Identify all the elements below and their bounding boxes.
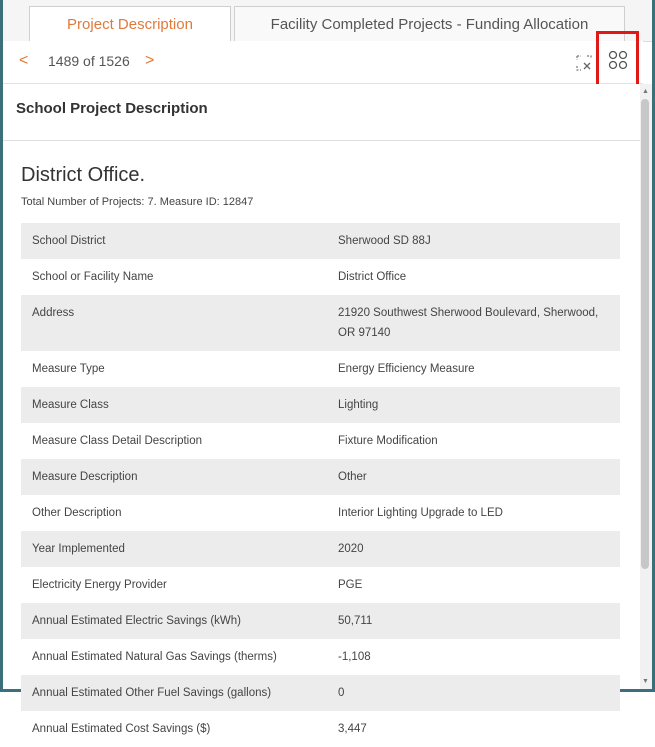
clear-selection-icon[interactable] bbox=[575, 54, 593, 72]
scroll-up-arrow[interactable]: ▲ bbox=[642, 88, 649, 95]
attribute-value: Fixture Modification bbox=[338, 435, 438, 447]
attribute-value: 21920 Southwest Sherwood Boulevard, Sher… bbox=[338, 307, 599, 339]
section-title: School Project Description bbox=[16, 100, 208, 117]
table-row: School or Facility Name District Office bbox=[21, 259, 620, 295]
attribute-value: Lighting bbox=[338, 399, 379, 411]
attribute-value: Other bbox=[338, 471, 367, 483]
table-row: Annual Estimated Other Fuel Savings (gal… bbox=[21, 675, 620, 711]
section-header: School Project Description bbox=[3, 84, 643, 141]
attribute-value: Interior Lighting Upgrade to LED bbox=[338, 507, 503, 519]
feature-count: 1489 of 1526 bbox=[48, 53, 130, 69]
attribute-label: Year Implemented bbox=[32, 543, 125, 555]
attribute-label: Other Description bbox=[32, 507, 122, 519]
attribute-value: 0 bbox=[338, 687, 345, 699]
tab-funding-allocation[interactable]: Facility Completed Projects - Funding Al… bbox=[234, 6, 625, 41]
attribute-value: Energy Efficiency Measure bbox=[338, 363, 475, 375]
table-row: Annual Estimated Cost Savings ($) 3,447 bbox=[21, 711, 620, 747]
table-row: School District Sherwood SD 88J bbox=[21, 223, 620, 259]
table-row: Address 21920 Southwest Sherwood Boulevar… bbox=[21, 295, 620, 351]
record-subtitle: Total Number of Projects: 7. Measure ID:… bbox=[21, 196, 254, 208]
attribute-value: 3,447 bbox=[338, 723, 367, 735]
attribute-value: -1,108 bbox=[338, 651, 371, 663]
table-row: Annual Estimated Electric Savings (kWh) 5… bbox=[21, 603, 620, 639]
expand-icon[interactable] bbox=[608, 50, 628, 70]
attribute-value: 2020 bbox=[338, 543, 364, 555]
scroll-down-arrow[interactable]: ▼ bbox=[642, 678, 649, 685]
attribute-value: Sherwood SD 88J bbox=[338, 235, 431, 247]
attribute-label: Measure Type bbox=[32, 363, 105, 375]
previous-feature-button[interactable]: < bbox=[19, 52, 28, 70]
attribute-label: Annual Estimated Cost Savings ($) bbox=[32, 723, 211, 735]
table-row: Measure Class Detail Description Fixture … bbox=[21, 423, 620, 459]
table-row: Annual Estimated Natural Gas Savings (th… bbox=[21, 639, 620, 675]
attribute-label: Annual Estimated Natural Gas Savings (th… bbox=[32, 651, 277, 663]
attribute-label: Electricity Energy Provider bbox=[32, 579, 167, 591]
attribute-value: District Office bbox=[338, 271, 407, 283]
attribute-label: Measure Class Detail Description bbox=[32, 435, 203, 447]
table-row: Measure Description Other bbox=[21, 459, 620, 495]
attribute-label: Annual Estimated Electric Savings (kWh) bbox=[32, 615, 241, 627]
table-row: Electricity Energy Provider PGE bbox=[21, 567, 620, 603]
attribute-table: School District Sherwood SD 88J School or … bbox=[21, 223, 620, 747]
attribute-label: Measure Class bbox=[32, 399, 109, 411]
attribute-label: Annual Estimated Other Fuel Savings (gal… bbox=[32, 687, 272, 699]
attribute-label: Measure Description bbox=[32, 471, 138, 483]
attribute-label: Address bbox=[32, 307, 75, 319]
tab-project-description[interactable]: Project Description bbox=[29, 6, 231, 41]
table-row: Measure Type Energy Efficiency Measure bbox=[21, 351, 620, 387]
table-row: Other Description Interior Lighting Upgra… bbox=[21, 495, 620, 531]
scrollbar-thumb[interactable] bbox=[641, 99, 649, 569]
record-title: District Office. bbox=[21, 164, 146, 186]
table-row: Measure Class Lighting bbox=[21, 387, 620, 423]
next-feature-button[interactable]: > bbox=[145, 52, 154, 70]
attribute-value: 50,711 bbox=[338, 615, 373, 627]
tab-bar: Project Description Facility Completed P… bbox=[3, 0, 652, 42]
table-row: Year Implemented 2020 bbox=[21, 531, 620, 567]
feature-pager: < 1489 of 1526 > bbox=[3, 41, 643, 84]
attribute-value: PGE bbox=[338, 579, 363, 591]
attribute-label: School or Facility Name bbox=[32, 271, 154, 283]
attribute-label: School District bbox=[32, 235, 106, 247]
